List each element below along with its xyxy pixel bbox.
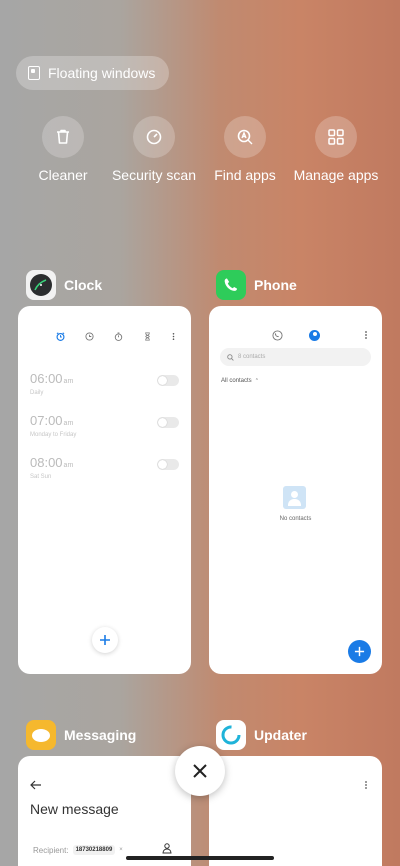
- more-options-icon[interactable]: [361, 780, 371, 790]
- contacts-tab-icon[interactable]: [309, 330, 320, 341]
- messaging-app-name: Messaging: [64, 727, 137, 743]
- cleaner-label: Cleaner: [38, 167, 88, 183]
- recipient-chip[interactable]: 18730218809: [72, 845, 116, 855]
- chevron-updown-icon: ⌃: [254, 378, 259, 384]
- empty-contacts-icon: [283, 486, 306, 509]
- alarm-row[interactable]: 08:00am Sat Sun: [30, 454, 179, 480]
- find-apps-label: Find apps: [214, 167, 276, 183]
- phone-app-header[interactable]: Phone: [216, 270, 297, 300]
- home-indicator[interactable]: [126, 856, 274, 860]
- remove-recipient-icon[interactable]: ×: [119, 847, 123, 853]
- manage-apps-label: Manage apps: [293, 167, 379, 183]
- security-scan-label: Security scan: [111, 167, 197, 183]
- stopwatch-tab-icon[interactable]: [114, 332, 123, 341]
- phone-app-card[interactable]: 8 contacts All contacts ⌃ No contacts: [209, 306, 382, 674]
- close-icon: [193, 764, 207, 778]
- close-all-button[interactable]: [175, 746, 225, 796]
- timer-tab-icon[interactable]: [143, 332, 152, 341]
- trash-icon: [42, 116, 84, 158]
- clock-app-name: Clock: [64, 277, 103, 293]
- alarm-time: 08:00: [30, 455, 63, 470]
- floating-window-icon: [28, 66, 40, 80]
- world-clock-tab-icon[interactable]: [85, 332, 94, 341]
- alarm-row[interactable]: 07:00am Monday to Friday: [30, 412, 179, 438]
- alarm-repeat: Sat Sun: [30, 474, 52, 480]
- alarm-ampm: am: [63, 420, 74, 427]
- more-options-icon[interactable]: [361, 330, 371, 340]
- search-placeholder: 8 contacts: [238, 354, 266, 360]
- recents-tab-icon[interactable]: [272, 330, 283, 341]
- search-apps-icon: [224, 116, 266, 158]
- shield-check-icon: [133, 116, 175, 158]
- more-options-icon[interactable]: [169, 332, 178, 341]
- clock-app-card[interactable]: 06:00am Daily 07:00am Monday to Friday 0…: [18, 306, 191, 674]
- alarm-row[interactable]: 06:00am Daily: [30, 370, 179, 396]
- messaging-app-card[interactable]: New message Recipient: 18730218809 ×: [18, 756, 191, 866]
- search-icon: [227, 353, 234, 361]
- cleaner-button[interactable]: Cleaner: [17, 116, 109, 184]
- phone-app-icon: [216, 270, 246, 300]
- updater-app-icon: [216, 720, 246, 750]
- plus-icon: [100, 635, 110, 645]
- manage-apps-button[interactable]: Manage apps: [290, 116, 382, 184]
- recipient-label: Recipient:: [33, 845, 69, 855]
- back-arrow-icon[interactable]: [30, 780, 42, 790]
- alarm-tab-icon[interactable]: [56, 332, 65, 341]
- alarm-ampm: am: [63, 378, 74, 385]
- alarm-time: 07:00: [30, 413, 63, 428]
- empty-contacts-text: No contacts: [279, 516, 312, 522]
- messaging-app-icon: [26, 720, 56, 750]
- updater-app-name: Updater: [254, 727, 307, 743]
- alarm-time: 06:00: [30, 371, 63, 386]
- floating-windows-label: Floating windows: [48, 65, 156, 81]
- security-scan-button[interactable]: Security scan: [108, 116, 200, 184]
- clock-app-header[interactable]: Clock: [26, 270, 102, 300]
- contact-picker-icon[interactable]: [162, 843, 172, 854]
- filter-label: All contacts: [221, 378, 252, 384]
- add-alarm-button[interactable]: [92, 627, 118, 653]
- alarm-repeat: Daily: [30, 390, 44, 396]
- messaging-app-header[interactable]: Messaging: [26, 720, 136, 750]
- grid-icon: [315, 116, 357, 158]
- plus-icon: [354, 646, 365, 657]
- add-contact-button[interactable]: [348, 640, 371, 663]
- clock-app-icon: [26, 270, 56, 300]
- alarm-toggle[interactable]: [157, 375, 179, 386]
- floating-windows-button[interactable]: Floating windows: [16, 56, 170, 90]
- alarm-repeat: Monday to Friday: [30, 432, 77, 438]
- contacts-search-input[interactable]: 8 contacts: [220, 348, 371, 366]
- alarm-toggle[interactable]: [157, 459, 179, 470]
- contacts-filter-dropdown[interactable]: All contacts ⌃: [221, 378, 259, 384]
- new-message-title: New message: [30, 801, 119, 817]
- find-apps-button[interactable]: Find apps: [199, 116, 291, 184]
- alarm-toggle[interactable]: [157, 417, 179, 428]
- phone-app-name: Phone: [254, 277, 297, 293]
- recipient-field[interactable]: Recipient: 18730218809 ×: [33, 845, 123, 855]
- updater-app-card[interactable]: [209, 756, 382, 866]
- updater-app-header[interactable]: Updater: [216, 720, 307, 750]
- alarm-ampm: am: [63, 462, 74, 469]
